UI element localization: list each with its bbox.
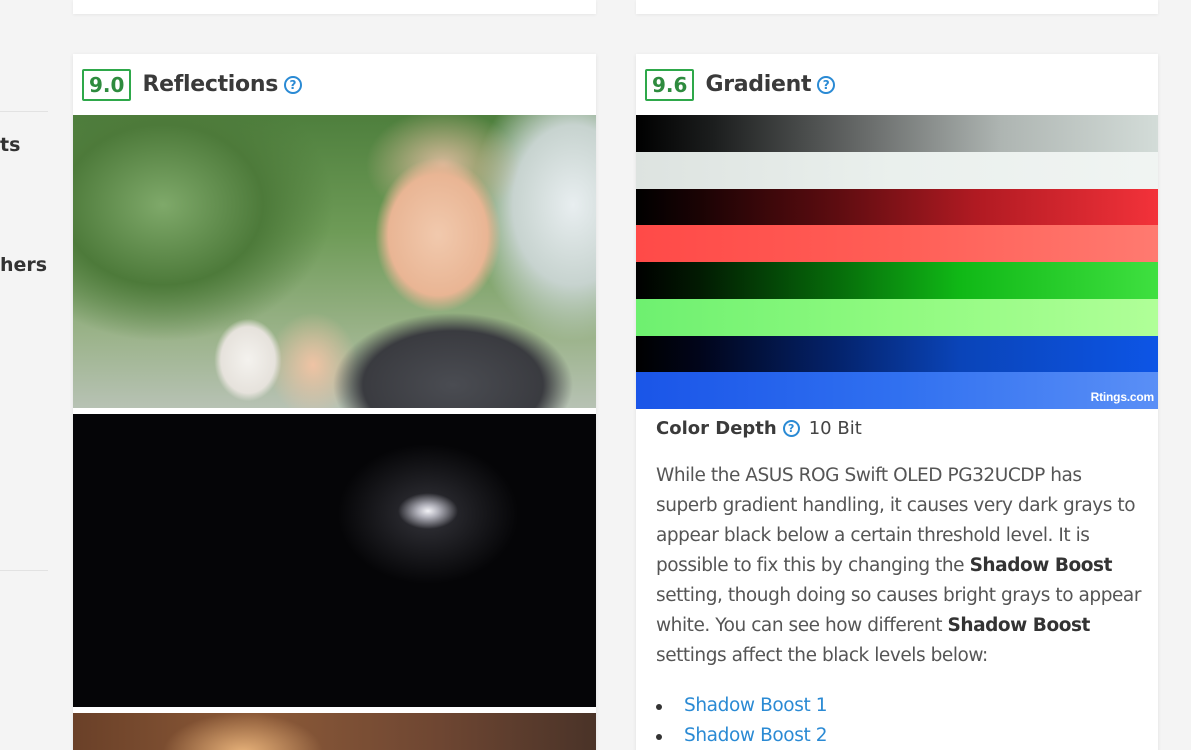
color-depth-row: Color Depth ? 10 Bit [656, 415, 1146, 441]
setting-name: Shadow Boost [947, 615, 1091, 636]
nav-divider [0, 111, 48, 112]
reflection-photo-bright[interactable] [73, 115, 596, 408]
side-navigation: ts hers [0, 0, 48, 750]
gradient-band-green-dark [636, 262, 1158, 299]
watermark: Rtings.com [1090, 390, 1155, 404]
nav-divider [0, 570, 48, 571]
gradient-header: 9.6 Gradient ? [636, 54, 1158, 115]
gradient-band-red-dark [636, 188, 1158, 226]
nav-item-fragment-2[interactable]: hers [0, 254, 47, 276]
reflection-photo-dark[interactable] [73, 414, 596, 707]
text-segment: settings affect the black levels below: [656, 645, 988, 666]
gradient-band-blue-light [636, 372, 1158, 409]
reflection-photo-warm[interactable] [73, 713, 596, 750]
gradient-score-badge: 9.6 [645, 68, 695, 101]
gradient-band-blue-dark [636, 335, 1158, 373]
reflections-title: Reflections [142, 72, 279, 97]
previous-card-left [73, 0, 596, 14]
color-depth-value: 10 Bit [808, 417, 862, 439]
gradient-band-gray-light [636, 151, 1158, 189]
reflections-card: 9.0 Reflections ? [73, 54, 596, 750]
reflections-header: 9.0 Reflections ? [73, 54, 596, 115]
gradient-band-green-light [636, 298, 1158, 336]
setting-name: Shadow Boost [969, 555, 1113, 576]
gradient-title: Gradient [705, 72, 812, 97]
help-icon[interactable]: ? [284, 75, 303, 94]
gradient-body: Color Depth ? 10 Bit While the ASUS ROG … [656, 415, 1146, 750]
shadow-boost-2-link[interactable]: Shadow Boost 2 [684, 725, 828, 746]
help-icon[interactable]: ? [817, 75, 836, 94]
color-depth-label: Color Depth [656, 417, 777, 439]
reflections-score-badge: 9.0 [82, 68, 132, 101]
gradient-band-gray-dark [636, 115, 1158, 152]
gradient-card: 9.6 Gradient ? Rtings.com Color Depth ? … [636, 54, 1158, 750]
gradient-test-image[interactable]: Rtings.com [636, 115, 1158, 409]
previous-card-right [636, 0, 1158, 14]
nav-item-fragment-1[interactable]: ts [0, 134, 20, 156]
help-icon[interactable]: ? [782, 419, 800, 437]
list-item: Shadow Boost 1 [656, 691, 1146, 721]
shadow-boost-links: Shadow Boost 1 Shadow Boost 2 [656, 691, 1146, 750]
gradient-description: While the ASUS ROG Swift OLED PG32UCDP h… [656, 461, 1146, 671]
list-item: Shadow Boost 2 [656, 721, 1146, 750]
shadow-boost-1-link[interactable]: Shadow Boost 1 [684, 695, 828, 716]
gradient-band-red-light [636, 225, 1158, 262]
